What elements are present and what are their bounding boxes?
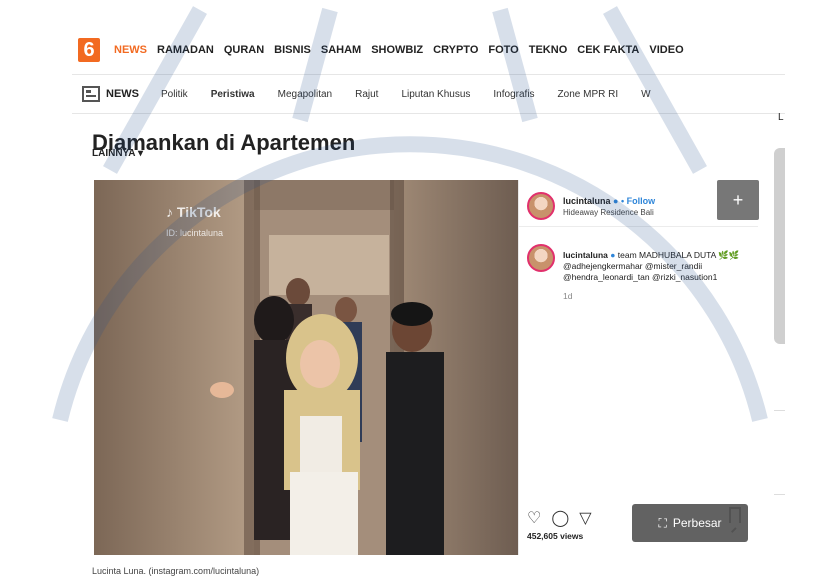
enlarge-label: Perbesar xyxy=(672,516,722,530)
enlarge-button[interactable]: ⛶ Perbesar xyxy=(632,504,748,542)
sub-nav-item-zone-mpr[interactable]: Zone MPR RI xyxy=(558,89,619,100)
comment-icon[interactable]: ◯ xyxy=(551,508,569,528)
site-logo[interactable]: 6 xyxy=(78,38,100,62)
sub-nav-item-megapolitan[interactable]: Megapolitan xyxy=(278,89,332,100)
tiktok-handle: ID: lucintaluna xyxy=(166,228,224,238)
sub-nav-item-peristiwa[interactable]: Peristiwa xyxy=(211,89,255,100)
nav-item-tekno[interactable]: TEKNO xyxy=(529,44,568,56)
music-note-icon: ♪ xyxy=(166,204,173,220)
video-frame[interactable]: ♪ TikTok ID: lucintaluna xyxy=(94,180,518,555)
sub-nav-item-liputan-khusus[interactable]: Liputan Khusus xyxy=(401,89,470,100)
side-carousel-image[interactable] xyxy=(774,148,785,344)
photo-caption: Lucinta Luna. (instagram.com/lucintaluna… xyxy=(92,566,260,576)
avatar[interactable] xyxy=(527,192,555,220)
expand-icon: ⛶ xyxy=(658,515,667,530)
embedded-media: ♪ TikTok ID: lucintaluna lucintaluna ● •… xyxy=(94,180,759,555)
sub-nav-item-infografis[interactable]: Infografis xyxy=(493,89,534,100)
caption-username[interactable]: lucintaluna xyxy=(563,250,608,260)
sub-nav-label[interactable]: NEWS xyxy=(106,88,139,100)
top-nav: 6 NEWS RAMADAN QURAN BISNIS SAHAM SHOWBI… xyxy=(72,30,785,70)
side-panel-fragment: L xyxy=(778,112,784,123)
tiktok-logo: ♪ TikTok xyxy=(166,204,221,220)
follow-label: Follow xyxy=(626,196,656,206)
ig-username[interactable]: lucintaluna xyxy=(563,196,611,206)
sub-nav-item-truncated[interactable]: W xyxy=(641,89,650,100)
nav-item-showbiz[interactable]: SHOWBIZ xyxy=(371,44,423,56)
divider xyxy=(774,494,785,495)
caption-time: 1d xyxy=(563,291,573,301)
instagram-panel: lucintaluna ● • Follow Hideaway Residenc… xyxy=(518,180,759,555)
verified-icon: ● xyxy=(610,250,616,260)
tiktok-label: TikTok xyxy=(176,204,221,220)
follow-link[interactable]: • Follow xyxy=(621,196,655,206)
heart-icon[interactable]: ♡ xyxy=(527,508,541,528)
newspaper-icon xyxy=(82,86,100,102)
nav-item-quran[interactable]: QURAN xyxy=(224,44,264,56)
ig-caption: lucintaluna ● team MADHUBALA DUTA 🌿🌿 @ad… xyxy=(563,250,749,302)
sub-nav: NEWS Politik Peristiwa Megapolitan Rajut… xyxy=(72,74,785,114)
ig-actions: ♡ ◯ ▽ xyxy=(527,508,592,528)
nav-item-crypto[interactable]: CRYPTO xyxy=(433,44,478,56)
video-scene xyxy=(94,180,518,555)
share-icon[interactable]: ▽ xyxy=(579,508,591,528)
nav-item-news[interactable]: NEWS xyxy=(114,44,147,56)
nav-item-foto[interactable]: FOTO xyxy=(488,44,518,56)
views-count: 452,605 views xyxy=(527,531,584,541)
sub-nav-item-rajut[interactable]: Rajut xyxy=(355,89,378,100)
nav-item-video[interactable]: VIDEO xyxy=(649,44,683,56)
verified-icon: ● xyxy=(613,196,619,206)
ig-location[interactable]: Hideaway Residence Bali xyxy=(563,208,655,217)
plus-icon[interactable]: + xyxy=(717,180,759,220)
nav-item-saham[interactable]: SAHAM xyxy=(321,44,361,56)
avatar[interactable] xyxy=(527,244,555,272)
nav-item-ramadan[interactable]: RAMADAN xyxy=(157,44,214,56)
sub-nav-item-politik[interactable]: Politik xyxy=(161,89,188,100)
nav-item-cek-fakta[interactable]: CEK FAKTA xyxy=(577,44,639,56)
divider xyxy=(774,410,785,411)
nav-item-bisnis[interactable]: BISNIS xyxy=(274,44,311,56)
ig-header: lucintaluna ● • Follow Hideaway Residenc… xyxy=(563,196,655,217)
article-headline: Diamankan di Apartemen xyxy=(92,130,356,155)
divider xyxy=(519,226,758,227)
